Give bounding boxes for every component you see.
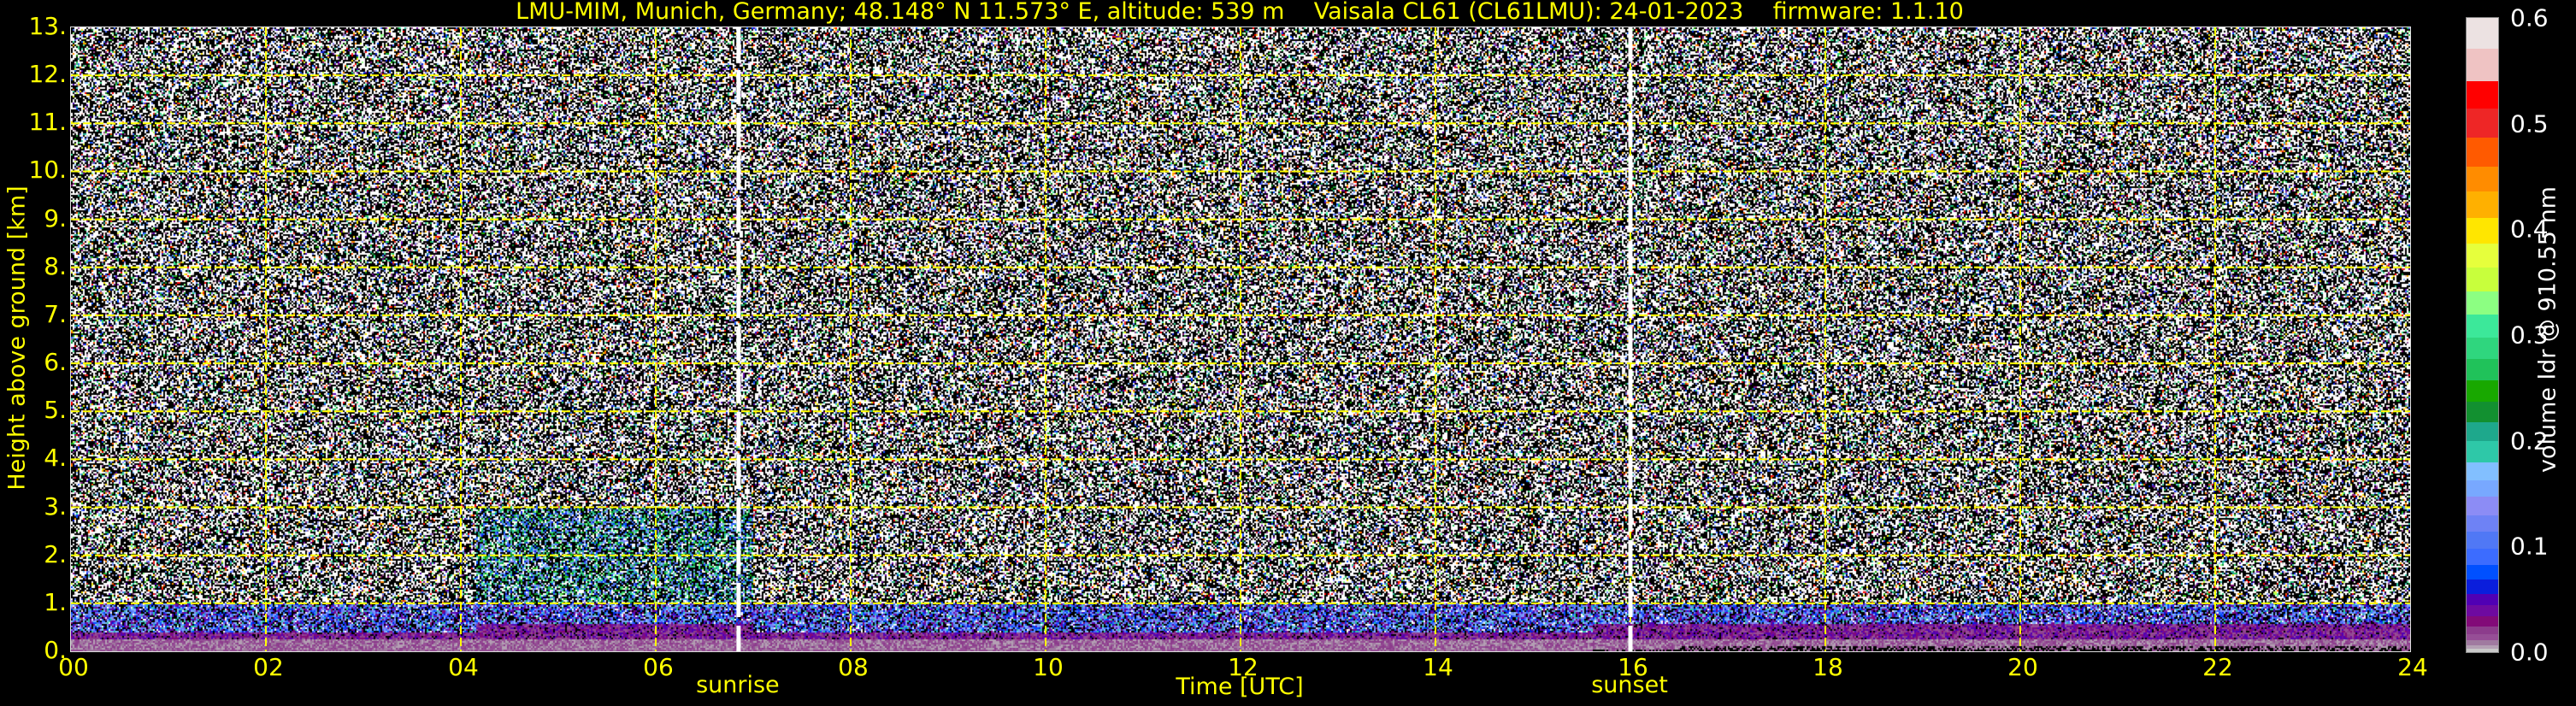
colorbar-bin bbox=[2467, 137, 2498, 167]
colorbar-bin bbox=[2467, 440, 2498, 462]
x-tick-label: 10 bbox=[1033, 653, 1064, 681]
colorbar-bin bbox=[2467, 626, 2498, 635]
x-tick-label: 04 bbox=[448, 653, 479, 681]
colorbar-bin bbox=[2467, 564, 2498, 580]
colorbar-bin bbox=[2467, 314, 2498, 338]
y-tick-label: 11. bbox=[28, 108, 67, 137]
colorbar-bin bbox=[2467, 337, 2498, 360]
colorbar-tick-label: 0.5 bbox=[2510, 109, 2549, 138]
colorbar-bin bbox=[2467, 497, 2498, 516]
colorbar-bin bbox=[2467, 548, 2498, 565]
colorbar-bin bbox=[2467, 380, 2498, 403]
colorbar-bin bbox=[2467, 633, 2498, 640]
colorbar-bin bbox=[2467, 604, 2498, 617]
colorbar-tick-label: 0.6 bbox=[2510, 3, 2549, 32]
colorbar-bin bbox=[2467, 401, 2498, 422]
x-tick-label: 24 bbox=[2397, 653, 2428, 681]
x-tick-label: 08 bbox=[838, 653, 869, 681]
colorbar-bin bbox=[2467, 421, 2498, 442]
x-tick-label: 14 bbox=[1423, 653, 1453, 681]
chart-title: LMU-MIM, Munich, Germany; 48.148° N 11.5… bbox=[516, 0, 1964, 25]
x-tick-label: 02 bbox=[253, 653, 284, 681]
colorbar-bin bbox=[2467, 108, 2498, 138]
x-tick-label: 18 bbox=[1813, 653, 1843, 681]
grid-overlay bbox=[71, 27, 2410, 651]
x-tick-label: 20 bbox=[2007, 653, 2038, 681]
colorbar-tick-label: 0.0 bbox=[2510, 638, 2549, 667]
sunrise-label: sunrise bbox=[696, 672, 780, 698]
x-axis-label: Time [UTC] bbox=[1176, 674, 1304, 700]
x-tick-label: 22 bbox=[2202, 653, 2233, 681]
plot-area bbox=[70, 26, 2411, 652]
colorbar-bin bbox=[2467, 592, 2498, 605]
colorbar-bin bbox=[2467, 217, 2498, 244]
colorbar-bin bbox=[2467, 479, 2498, 497]
colorbar-bin bbox=[2467, 462, 2498, 481]
colorbar-bin bbox=[2467, 615, 2498, 627]
x-tick-label: 06 bbox=[643, 653, 674, 681]
colorbar-bin bbox=[2467, 243, 2498, 268]
y-tick-label: 12. bbox=[28, 60, 67, 89]
colorbar-bin bbox=[2467, 639, 2498, 646]
colorbar-bin bbox=[2467, 515, 2498, 532]
colorbar-bin bbox=[2467, 291, 2498, 315]
colorbar-bin bbox=[2467, 191, 2498, 218]
colorbar-bin bbox=[2467, 359, 2498, 381]
y-axis-label: Height above ground [km] bbox=[3, 185, 31, 491]
colorbar-bin bbox=[2467, 649, 2498, 653]
colorbar-bin bbox=[2467, 18, 2498, 49]
colorbar-bin bbox=[2467, 579, 2498, 594]
y-tick-label: 13. bbox=[28, 12, 67, 40]
colorbar-bin bbox=[2467, 166, 2498, 192]
colorbar bbox=[2466, 17, 2499, 653]
colorbar-bin bbox=[2467, 532, 2498, 550]
colorbar-bin bbox=[2467, 79, 2498, 109]
x-tick-label: 00 bbox=[58, 653, 89, 681]
sunset-label: sunset bbox=[1591, 672, 1668, 698]
colorbar-bin bbox=[2467, 267, 2498, 291]
y-tick-label: 0. bbox=[44, 636, 67, 664]
colorbar-tick-label: 0.1 bbox=[2510, 532, 2549, 561]
y-tick-label: 2. bbox=[44, 539, 67, 568]
colorbar-label: volume ldr @ 910.55 nm bbox=[2534, 186, 2561, 473]
colorbar-bin bbox=[2467, 48, 2498, 81]
y-tick-label: 1. bbox=[44, 587, 67, 616]
